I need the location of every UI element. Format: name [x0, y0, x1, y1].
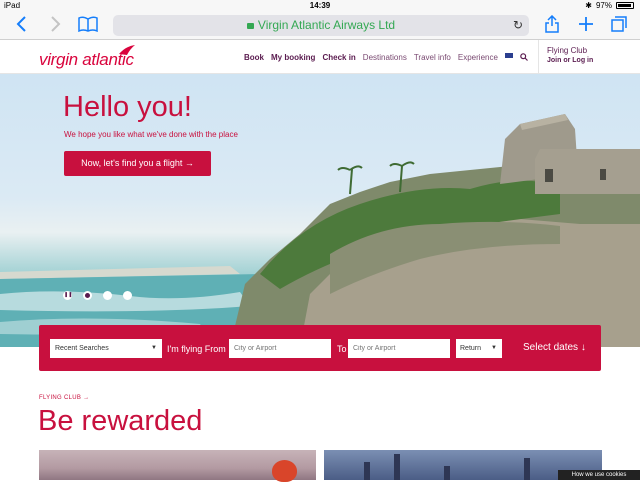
hero-subtitle: We hope you like what we've done with th…: [64, 130, 238, 139]
flying-club-title: Flying Club: [547, 46, 588, 55]
select-dates-button[interactable]: Select dates ↓: [523, 342, 586, 353]
to-input[interactable]: [348, 339, 450, 358]
nav-book[interactable]: Book: [244, 53, 264, 63]
building: [524, 458, 530, 480]
forward-icon[interactable]: [44, 15, 66, 37]
find-flight-button[interactable]: Now, let's find you a flight →: [64, 151, 211, 176]
carousel-controls: ❚❚: [63, 291, 132, 300]
recent-searches-select[interactable]: Recent Searches ▼: [50, 339, 162, 358]
rewards-heading: Be rewarded: [38, 405, 203, 437]
recent-searches-label: Recent Searches: [55, 345, 109, 352]
address-bar[interactable]: Virgin Atlantic Airways Ltd ↻: [113, 15, 529, 36]
uk-flag-icon[interactable]: [504, 53, 513, 58]
logo-mark-icon: [119, 45, 135, 55]
from-label: I'm flying From: [167, 344, 226, 354]
flying-club-login[interactable]: Flying Club Join or Log in: [538, 40, 640, 74]
to-label: To: [337, 344, 347, 354]
chevron-down-icon: ▼: [151, 345, 157, 351]
from-input[interactable]: [229, 339, 331, 358]
battery-icon: [616, 2, 634, 9]
building: [444, 466, 450, 480]
site-header: virgin atlantic Book My booking Check in…: [0, 40, 640, 74]
carousel-dot-3[interactable]: [123, 291, 132, 300]
balloon-image[interactable]: [39, 450, 316, 482]
hero-title: Hello you!: [63, 91, 192, 123]
carousel-dot-2[interactable]: [103, 291, 112, 300]
reload-icon[interactable]: ↻: [513, 15, 523, 36]
chevron-down-icon: ▼: [491, 345, 497, 351]
url-title: Virgin Atlantic Airways Ltd: [257, 18, 396, 32]
search-icon[interactable]: [520, 53, 528, 63]
battery-percent: 97%: [595, 1, 612, 10]
flying-club-link[interactable]: FLYING CLUB →: [39, 395, 89, 401]
hero-banner: Hello you! We hope you like what we've d…: [0, 74, 640, 347]
lock-icon: [246, 23, 254, 29]
flight-search-bar: Recent Searches ▼ I'm flying From To Ret…: [39, 325, 601, 371]
trip-type-label: Return: [460, 345, 482, 352]
building: [394, 454, 400, 480]
join-login-link[interactable]: Join or Log in: [547, 57, 632, 64]
clock: 14:39: [309, 1, 331, 10]
browser-toolbar: Virgin Atlantic Airways Ltd ↻: [0, 12, 640, 40]
tabs-icon[interactable]: [608, 15, 630, 37]
bookmarks-icon[interactable]: [77, 15, 99, 37]
building: [364, 462, 370, 480]
nav-travel-info[interactable]: Travel info: [414, 53, 451, 63]
nav-check-in[interactable]: Check in: [322, 53, 355, 63]
main-nav: Book My booking Check in Destinations Tr…: [244, 53, 528, 63]
pause-icon[interactable]: ❚❚: [63, 291, 72, 300]
new-tab-icon[interactable]: [575, 15, 597, 37]
trip-type-select[interactable]: Return ▼: [456, 339, 502, 358]
nav-experience[interactable]: Experience: [458, 53, 498, 63]
share-icon[interactable]: [541, 14, 563, 37]
status-right: ✱ 97%: [585, 1, 634, 10]
nav-my-booking[interactable]: My booking: [271, 53, 315, 63]
bluetooth-icon: ✱: [585, 1, 592, 10]
back-icon[interactable]: [11, 15, 33, 37]
nav-destinations[interactable]: Destinations: [363, 53, 407, 63]
carousel-dot-1[interactable]: [83, 291, 92, 300]
cookie-notice[interactable]: How we use cookies: [558, 470, 640, 480]
status-bar: iPad 14:39 ✱ 97%: [0, 0, 640, 12]
hot-air-balloon: [272, 460, 297, 482]
